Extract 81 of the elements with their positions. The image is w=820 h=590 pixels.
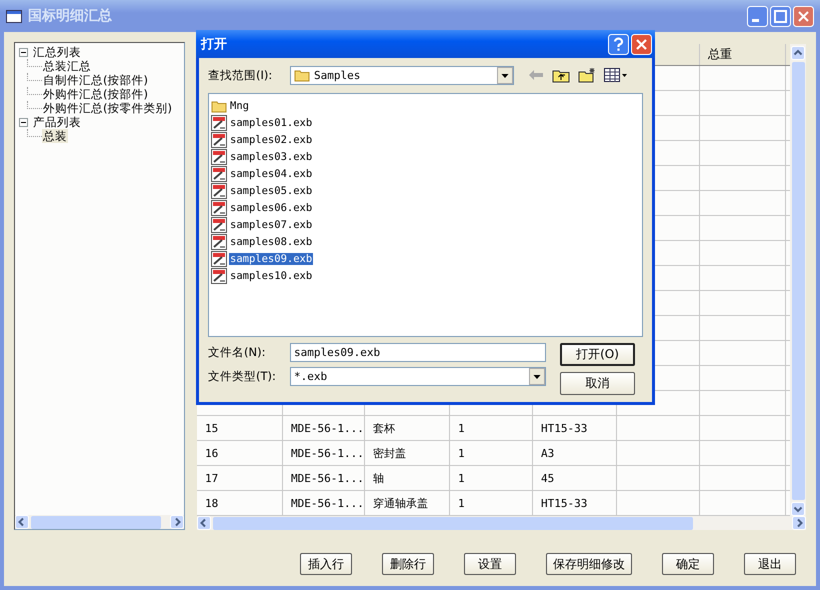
table-cell: MDE-56-1... <box>283 491 365 515</box>
action-button[interactable]: 退出 <box>744 553 796 575</box>
action-button[interactable]: 确定 <box>662 553 714 575</box>
document-icon <box>211 216 227 232</box>
table-cell: 1 <box>450 416 533 440</box>
file-item[interactable]: samples07.exb <box>229 218 314 230</box>
window-title: 国标明细汇总 <box>28 7 112 25</box>
table-cell: 套杯 <box>365 416 450 440</box>
file-item[interactable]: samples08.exb <box>229 236 314 248</box>
folder-up-icon[interactable] <box>552 68 570 82</box>
tree-item[interactable]: 外购件汇总(按部件) <box>42 87 149 101</box>
new-folder-icon[interactable] <box>578 67 596 83</box>
document-icon <box>211 200 227 216</box>
view-menu-icon[interactable] <box>604 68 628 82</box>
action-button[interactable]: 保存明细修改 <box>546 553 632 575</box>
action-button[interactable]: 插入行 <box>300 553 352 575</box>
document-icon <box>211 166 227 182</box>
tree-item[interactable]: 汇总列表 <box>32 45 82 59</box>
scrollbar-thumb[interactable] <box>792 62 804 500</box>
table-cell: 17 <box>197 466 283 490</box>
table-cell: MDE-56-1... <box>283 416 365 440</box>
table-cell: 18 <box>197 491 283 515</box>
window-icon <box>6 10 22 22</box>
file-item[interactable]: samples02.exb <box>229 134 314 146</box>
collapse-icon[interactable] <box>19 118 28 126</box>
column-header[interactable]: 总重 <box>700 44 786 65</box>
table-cell: 15 <box>197 416 283 440</box>
file-type-dropdown[interactable]: *.exb <box>290 367 546 386</box>
table-cell: 密封盖 <box>365 441 450 465</box>
table-cell: 穿通轴承盖 <box>365 491 450 515</box>
maximize-icon[interactable] <box>770 6 791 26</box>
tree-item[interactable]: 总装汇总 <box>42 59 92 73</box>
scrollbar-thumb[interactable] <box>31 516 161 528</box>
file-item[interactable]: Mng <box>229 100 250 112</box>
cancel-button[interactable]: 取消 <box>560 372 635 395</box>
action-button[interactable]: 设置 <box>464 553 516 575</box>
file-name-label: 文件名(N): <box>208 345 266 360</box>
close-icon[interactable] <box>631 34 652 54</box>
document-icon <box>211 132 227 148</box>
look-in-dropdown[interactable]: Samples <box>290 66 514 84</box>
look-in-label: 查找范围(I): <box>208 68 274 82</box>
table-cell: HT15-33 <box>533 491 617 515</box>
table-cell: MDE-56-1... <box>283 441 365 465</box>
file-item[interactable]: samples03.exb <box>229 150 314 162</box>
file-name-field[interactable]: samples09.exb <box>290 343 546 362</box>
document-icon <box>211 182 227 198</box>
file-type-label: 文件类型(T): <box>208 369 277 384</box>
file-item[interactable]: samples01.exb <box>229 116 314 128</box>
table-cell: MDE-56-1... <box>283 466 365 490</box>
table-cell: 1 <box>450 466 533 490</box>
table-cell: 轴 <box>365 466 450 490</box>
close-icon[interactable] <box>793 6 814 26</box>
document-icon <box>211 114 227 130</box>
table-cell: 1 <box>450 491 533 515</box>
document-icon <box>211 268 227 284</box>
folder-icon <box>294 68 310 82</box>
dialog-title: 打开 <box>201 36 227 53</box>
document-icon <box>211 250 227 266</box>
action-button[interactable]: 删除行 <box>382 553 434 575</box>
file-item[interactable]: samples10.exb <box>229 270 314 282</box>
file-item[interactable]: samples05.exb <box>229 184 314 196</box>
tree-item[interactable]: 产品列表 <box>32 115 82 129</box>
tree-item[interactable]: 总装 <box>42 129 68 143</box>
scrollbar-thumb[interactable] <box>213 516 693 530</box>
help-icon[interactable] <box>608 34 629 54</box>
tree-item[interactable]: 自制件汇总(按部件) <box>42 73 149 87</box>
table-cell: HT15-33 <box>533 416 617 440</box>
table-cell: A3 <box>533 441 617 465</box>
collapse-icon[interactable] <box>19 48 28 56</box>
table-cell: 1 <box>450 441 533 465</box>
minimize-icon[interactable] <box>747 6 768 26</box>
file-item[interactable]: samples09.exb <box>229 252 314 264</box>
table-cell: 16 <box>197 441 283 465</box>
file-item[interactable]: samples06.exb <box>229 202 314 214</box>
tree-item[interactable]: 外购件汇总(按零件类别) <box>42 101 173 115</box>
document-icon <box>211 148 227 164</box>
folder-icon <box>211 98 227 112</box>
document-icon <box>211 234 227 250</box>
table-cell: 45 <box>533 466 617 490</box>
open-button[interactable]: 打开(O) <box>560 343 635 366</box>
file-item[interactable]: samples04.exb <box>229 168 314 180</box>
